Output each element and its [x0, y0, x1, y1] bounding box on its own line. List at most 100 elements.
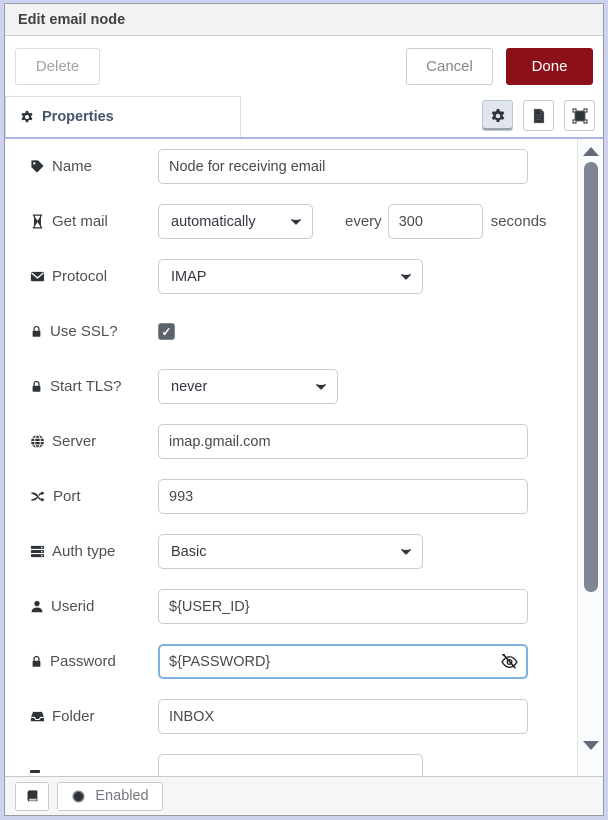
start-tls-select-value: never [171, 379, 207, 395]
password-input-wrapper [158, 644, 528, 679]
use-ssl-field-row: Use SSL? [30, 313, 603, 350]
chevron-down-icon [399, 270, 413, 284]
folder-field-row: Folder [30, 698, 603, 735]
properties-view-button[interactable] [482, 100, 513, 131]
seconds-label: seconds [491, 213, 547, 230]
server-input[interactable] [158, 424, 528, 459]
port-field-label-text: Port [53, 488, 81, 505]
start-tls-field-row: Start TLS? never [30, 368, 603, 405]
lock-icon [30, 324, 43, 339]
partial-field-icon [30, 770, 40, 773]
tab-properties-label: Properties [42, 109, 114, 125]
get-mail-select[interactable]: automatically [158, 204, 313, 239]
port-input[interactable] [158, 479, 528, 514]
userid-field-label-text: Userid [51, 598, 94, 615]
start-tls-field-label-text: Start TLS? [50, 378, 121, 395]
properties-form: Name Get mail automatically every [5, 137, 603, 776]
get-mail-select-value: automatically [171, 214, 256, 230]
server-field-row: Server [30, 423, 603, 460]
server-field-label-text: Server [52, 433, 96, 450]
protocol-select[interactable]: IMAP [158, 259, 423, 294]
scroll-up-button[interactable] [583, 147, 599, 156]
hourglass-icon [30, 214, 45, 229]
folder-field-label: Folder [30, 708, 158, 725]
chevron-down-icon [289, 215, 303, 229]
name-field-label: Name [30, 158, 158, 175]
enabled-label: Enabled [95, 788, 148, 804]
use-ssl-checkbox[interactable] [158, 323, 175, 340]
get-mail-field-label-text: Get mail [52, 213, 108, 230]
auth-type-select[interactable]: Basic [158, 534, 423, 569]
inbox-icon [30, 709, 45, 724]
server-icon [30, 544, 45, 559]
name-input[interactable] [158, 149, 528, 184]
partial-field-label [30, 770, 158, 773]
start-tls-field-label: Start TLS? [30, 378, 158, 395]
auth-type-field-row: Auth type Basic [30, 533, 603, 570]
dialog-toolbar: Delete Cancel Done [5, 36, 603, 96]
appearance-view-button[interactable] [564, 100, 595, 131]
tab-icon-buttons [482, 96, 603, 131]
userid-field-label: Userid [30, 598, 158, 615]
get-mail-field-row: Get mail automatically every seconds [30, 203, 603, 240]
password-input[interactable] [158, 644, 528, 679]
chevron-down-icon [314, 380, 328, 394]
password-field-row: Password [30, 643, 603, 680]
tab-properties[interactable]: Properties [5, 96, 241, 137]
delete-button[interactable]: Delete [15, 48, 100, 85]
lock-icon [30, 654, 43, 669]
envelope-icon [30, 269, 45, 284]
tag-icon [30, 159, 45, 174]
transform-icon [572, 108, 588, 124]
name-field-row: Name [30, 148, 603, 185]
user-icon [30, 599, 44, 614]
protocol-field-label-text: Protocol [52, 268, 107, 285]
chevron-down-icon [399, 545, 413, 559]
protocol-field-label: Protocol [30, 268, 158, 285]
dialog-header: Edit email node [5, 4, 603, 36]
protocol-select-value: IMAP [171, 269, 206, 285]
scrollbar-track[interactable] [577, 139, 603, 776]
server-field-label: Server [30, 433, 158, 450]
use-ssl-field-label: Use SSL? [30, 323, 158, 340]
password-field-label: Password [30, 653, 158, 670]
dialog-footer: Enabled [5, 776, 603, 815]
start-tls-select[interactable]: never [158, 369, 338, 404]
globe-icon [30, 434, 45, 449]
partial-field-input[interactable] [158, 754, 423, 776]
edit-email-node-dialog: Edit email node Delete Cancel Done Prope… [4, 3, 604, 816]
folder-field-label-text: Folder [52, 708, 95, 725]
tab-bar: Properties [5, 96, 603, 137]
dialog-title: Edit email node [18, 12, 125, 28]
port-field-row: Port [30, 478, 603, 515]
description-view-button[interactable] [523, 100, 554, 131]
interval-input[interactable] [388, 204, 483, 239]
every-label: every [345, 213, 382, 230]
node-info-button[interactable] [15, 782, 49, 811]
scrollbar-thumb[interactable] [584, 162, 598, 592]
eye-slash-icon[interactable] [500, 652, 519, 671]
circle-icon [71, 789, 86, 804]
form-rows: Name Get mail automatically every [5, 139, 603, 776]
lock-icon [30, 379, 43, 394]
done-button[interactable]: Done [506, 48, 593, 85]
scroll-down-button[interactable] [583, 741, 599, 750]
gear-icon [490, 108, 506, 124]
cancel-button[interactable]: Cancel [406, 48, 493, 85]
auth-type-select-value: Basic [171, 544, 206, 560]
password-field-label-text: Password [50, 653, 116, 670]
auth-type-field-label-text: Auth type [52, 543, 115, 560]
enabled-toggle-button[interactable]: Enabled [57, 782, 163, 811]
auth-type-field-label: Auth type [30, 543, 158, 560]
protocol-field-row: Protocol IMAP [30, 258, 603, 295]
userid-field-row: Userid [30, 588, 603, 625]
port-field-label: Port [30, 488, 158, 505]
get-mail-field-label: Get mail [30, 213, 158, 230]
name-field-label-text: Name [52, 158, 92, 175]
use-ssl-field-label-text: Use SSL? [50, 323, 118, 340]
userid-input[interactable] [158, 589, 528, 624]
book-icon [25, 789, 40, 804]
partial-field-row [30, 753, 603, 776]
gear-icon [20, 110, 34, 124]
folder-input[interactable] [158, 699, 528, 734]
